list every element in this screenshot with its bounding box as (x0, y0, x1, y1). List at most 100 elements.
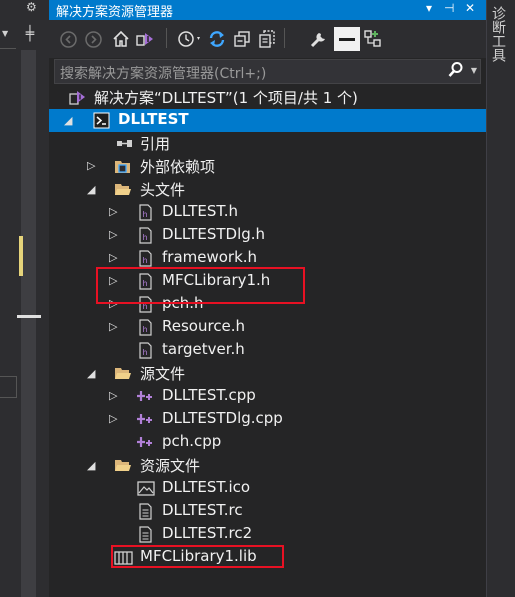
tree-item-label: DLLTESTDlg.cpp (162, 409, 283, 427)
solution-label: 解决方案“DLLTEST”(1 个项目/共 1 个) (94, 89, 358, 107)
history-icon[interactable] (177, 28, 203, 50)
window-position-dropdown-icon[interactable]: ▾ (426, 1, 432, 15)
tree-item-label: DLLTEST.h (162, 202, 239, 220)
scroll-position-marker (17, 315, 41, 318)
header-file-icon: h (137, 204, 154, 221)
dropdown-arrow-icon[interactable]: ▼ (2, 29, 8, 38)
tree-item-file[interactable]: DLLTEST.ico (49, 477, 486, 500)
project-icon (93, 112, 110, 129)
expand-arrow-icon[interactable]: ▷ (109, 389, 117, 402)
back-icon[interactable] (59, 28, 77, 50)
split-view-icon[interactable]: ╪ (20, 24, 40, 44)
vs-switch-icon[interactable] (135, 28, 157, 50)
properties-wrench-icon[interactable] (308, 28, 330, 50)
tree-item-label: pch.cpp (162, 432, 222, 450)
header-file-icon: h (137, 227, 154, 244)
tree-item-file[interactable]: pch.cpp (49, 431, 486, 454)
tree-item-references[interactable]: 引用 (49, 132, 486, 155)
expand-arrow-icon[interactable]: ▷ (109, 251, 117, 264)
svg-text:h: h (143, 348, 148, 357)
settings-gear-icon[interactable]: ⚙ (26, 0, 37, 14)
diagnostic-tools-tab[interactable]: 诊断工具 (490, 6, 508, 62)
collapse-arrow-icon[interactable]: ◢ (87, 183, 95, 196)
collapse-arrow-icon[interactable]: ◢ (87, 459, 95, 472)
panel-title: 解决方案资源管理器 (56, 5, 174, 20)
close-icon[interactable]: ✕ (465, 1, 475, 15)
sync-icon[interactable] (206, 28, 228, 50)
search-options-dropdown-icon[interactable]: ▼ (471, 66, 477, 75)
forward-icon[interactable] (84, 28, 102, 50)
collapse-all-icon[interactable] (232, 28, 252, 50)
left-editor-strip: ⚙ ▼ ╪ (0, 0, 49, 597)
tree-item-source-folder[interactable]: ◢ 源文件 (49, 362, 486, 385)
search-box[interactable]: 搜索解决方案资源管理器(Ctrl+;) ▼ (54, 59, 481, 84)
tree-item-resource-folder[interactable]: ◢ 资源文件 (49, 454, 486, 477)
rc-file-icon (137, 503, 154, 520)
preview-icon[interactable] (334, 27, 360, 51)
tree-item-file[interactable]: DLLTEST.rc (49, 500, 486, 523)
view-class-diagram-icon[interactable] (362, 28, 384, 50)
references-icon (116, 135, 133, 152)
panel-title-bar: 解决方案资源管理器 ▾ ⊣ ✕ (49, 0, 486, 20)
solution-explorer-panel: 解决方案资源管理器 ▾ ⊣ ✕ 搜索解决方案资源管理器(Ctrl+;) ▼ 解决… (49, 0, 486, 597)
editor-scrollbar[interactable] (21, 50, 36, 597)
project-label: DLLTEST (118, 110, 189, 128)
show-all-files-icon[interactable] (256, 28, 278, 50)
editor-line-box (0, 376, 17, 398)
change-marker (19, 236, 23, 276)
tree-item-label: DLLTEST.rc2 (162, 524, 253, 542)
header-file-icon: h (137, 342, 154, 359)
expand-arrow-icon[interactable]: ▷ (109, 412, 117, 425)
expand-arrow-icon[interactable]: ▷ (109, 320, 117, 333)
home-icon[interactable] (111, 28, 131, 50)
tree-item-label: DLLTESTDlg.h (162, 225, 266, 243)
tree-item-file[interactable]: ▷ h DLLTESTDlg.h (49, 224, 486, 247)
tree-item-file[interactable]: ▷ h DLLTEST.h (49, 201, 486, 224)
tree-item-file[interactable]: ▷ h Resource.h (49, 316, 486, 339)
tree-item-label: framework.h (162, 248, 258, 266)
left-strip-header (0, 0, 49, 20)
tree-item-label: DLLTEST.rc (162, 501, 243, 519)
right-side-panel: 诊断工具 (486, 0, 515, 597)
highlight-box-mfclibrary-lib (111, 545, 284, 568)
image-file-icon (137, 480, 155, 497)
expand-arrow-icon[interactable]: ▷ (109, 228, 117, 241)
toolbar-separator (284, 28, 285, 48)
tree-item-label: 头文件 (140, 181, 186, 199)
search-icon[interactable] (448, 61, 464, 83)
auto-hide-pin-icon[interactable]: ⊣ (444, 1, 454, 15)
tree-item-label: 资源文件 (140, 457, 201, 475)
tree-item-header-folder[interactable]: ◢ 头文件 (49, 178, 486, 201)
svg-text:h: h (143, 325, 148, 334)
header-file-icon: h (137, 250, 154, 267)
tree-item-label: Resource.h (162, 317, 246, 335)
tree-item-label: 源文件 (140, 365, 186, 383)
folder-icon (114, 181, 131, 198)
tree-item-label: 外部依赖项 (140, 158, 216, 176)
expand-arrow-icon[interactable]: ▷ (87, 159, 95, 172)
tree-solution-row[interactable]: 解决方案“DLLTEST”(1 个项目/共 1 个) (49, 86, 486, 109)
tree-item-label: targetver.h (162, 340, 245, 358)
collapse-arrow-icon[interactable]: ◢ (87, 367, 95, 380)
solution-icon (69, 89, 86, 106)
tree-project-row[interactable]: ◢ DLLTEST (49, 109, 486, 132)
external-deps-icon (114, 158, 131, 175)
cpp-file-icon (136, 411, 153, 428)
header-file-icon: h (137, 319, 154, 336)
tree-item-file[interactable]: ▷ DLLTESTDlg.cpp (49, 408, 486, 431)
expand-arrow-icon[interactable]: ▷ (109, 205, 117, 218)
tree-item-file[interactable]: DLLTEST.rc2 (49, 523, 486, 546)
folder-icon (114, 457, 131, 474)
svg-text:h: h (143, 210, 148, 219)
toolbar-separator (166, 28, 167, 48)
search-input[interactable]: 搜索解决方案资源管理器(Ctrl+;) (60, 63, 266, 83)
collapse-arrow-icon[interactable]: ◢ (64, 114, 72, 127)
tree-item-file[interactable]: ▷ DLLTEST.cpp (49, 385, 486, 408)
svg-text:h: h (143, 256, 148, 265)
folder-icon (114, 365, 131, 382)
tree-item-external-deps[interactable]: ▷ 外部依赖项 (49, 155, 486, 178)
tree-item-file[interactable]: h targetver.h (49, 339, 486, 362)
tree-item-label: 引用 (140, 135, 171, 153)
cpp-file-icon (136, 388, 153, 405)
left-strip-divider (0, 48, 16, 49)
